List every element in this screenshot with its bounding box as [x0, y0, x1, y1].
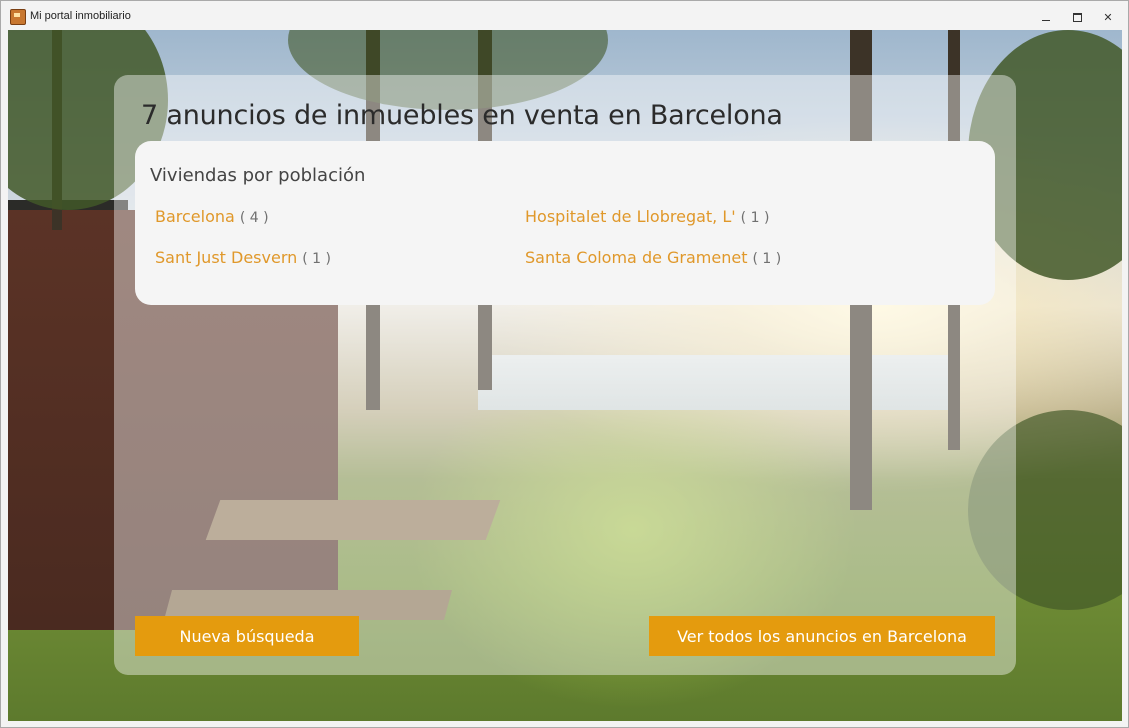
city-name[interactable]: Hospitalet de Llobregat, L'	[525, 207, 736, 226]
city-count: ( 1 )	[752, 251, 782, 267]
title-bar[interactable]: Mi portal inmobiliario ✕	[1, 1, 1128, 30]
city-link-hospitalet[interactable]: Hospitalet de Llobregat, L'( 1 )	[525, 207, 769, 226]
city-name[interactable]: Sant Just Desvern	[155, 248, 297, 267]
city-count: ( 1 )	[740, 210, 770, 226]
maximize-icon[interactable]	[1069, 10, 1085, 24]
city-count: ( 1 )	[302, 251, 331, 267]
window-title: Mi portal inmobiliario	[30, 10, 131, 22]
city-count: ( 4 )	[239, 210, 269, 226]
city-link-sant-just[interactable]: Sant Just Desvern ( 1 )	[155, 248, 331, 267]
house-icon	[10, 9, 26, 25]
card-title: Viviendas por población	[150, 165, 366, 186]
app-window: Mi portal inmobiliario ✕ 7 anuncios de i…	[0, 0, 1129, 728]
page-title: 7 anuncios de inmuebles en venta en Barc…	[141, 100, 783, 131]
city-name[interactable]: Barcelona	[155, 207, 235, 226]
new-search-button[interactable]: Nueva búsqueda	[135, 616, 359, 656]
population-card: Viviendas por población Barcelona( 4 ) H…	[135, 141, 995, 305]
city-link-santa-coloma[interactable]: Santa Coloma de Gramenet( 1 )	[525, 248, 781, 267]
city-link-barcelona[interactable]: Barcelona( 4 )	[155, 207, 269, 226]
background-photo: 7 anuncios de inmuebles en venta en Barc…	[8, 30, 1122, 721]
city-name[interactable]: Santa Coloma de Gramenet	[525, 248, 748, 267]
view-all-listings-button[interactable]: Ver todos los anuncios en Barcelona	[649, 616, 995, 656]
minimize-icon[interactable]	[1038, 10, 1054, 24]
close-icon[interactable]: ✕	[1100, 10, 1116, 24]
